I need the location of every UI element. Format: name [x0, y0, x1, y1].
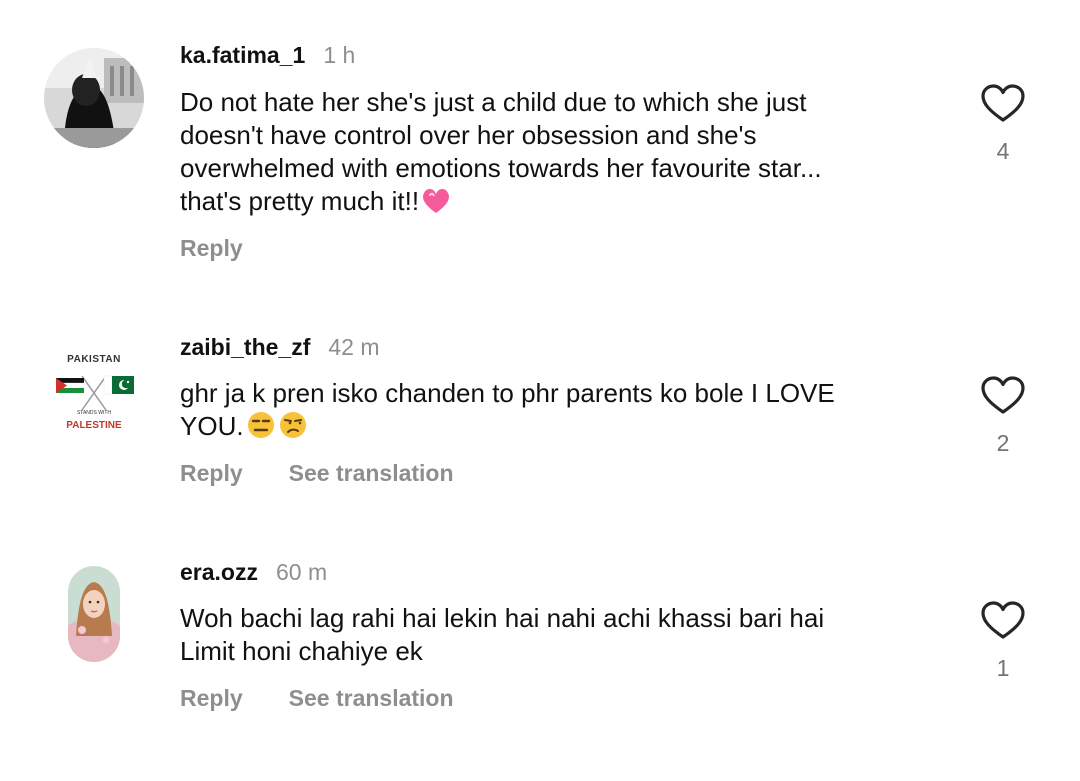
username[interactable]: ka.fatima_1 — [180, 42, 305, 69]
like-area: 2 — [976, 376, 1030, 457]
timestamp: 1 h — [323, 42, 356, 68]
like-area: 4 — [976, 84, 1030, 165]
username[interactable]: zaibi_the_zf — [180, 334, 310, 361]
avatar-label-bottom: PALESTINE — [66, 420, 122, 431]
like-count: 2 — [996, 430, 1010, 456]
comment-text-container: Do not hate her she's just a child due t… — [180, 86, 880, 223]
like-count: 4 — [996, 138, 1010, 164]
see-translation-button[interactable]: See translation — [289, 685, 454, 712]
like-count: 1 — [996, 655, 1010, 681]
see-translation-button[interactable]: See translation — [289, 460, 454, 487]
avatar[interactable] — [44, 48, 144, 148]
flags-logo-icon — [55, 375, 134, 411]
heart-icon[interactable] — [980, 84, 1026, 124]
avatar[interactable]: PAKISTAN STANDS WITH PALESTINE — [44, 348, 144, 448]
timestamp: 42 m — [328, 334, 380, 360]
heart-icon[interactable] — [980, 601, 1026, 641]
unamused-face-emoji-icon — [278, 410, 308, 448]
avatar-photo — [68, 566, 120, 662]
comment-text: Do not hate her she's just a child due t… — [180, 87, 822, 216]
avatar-label-mid: STANDS WITH — [76, 410, 112, 416]
comments-list: ka.fatima_1 1 h Do not hate her she's ju… — [0, 0, 1080, 781]
username[interactable]: era.ozz — [180, 559, 258, 586]
like-area: 1 — [976, 601, 1030, 682]
heart-icon[interactable] — [980, 376, 1026, 416]
reply-button[interactable]: Reply — [180, 460, 243, 487]
expressionless-face-emoji-icon — [246, 410, 276, 448]
reply-button[interactable]: Reply — [180, 235, 243, 262]
avatar[interactable] — [68, 566, 120, 662]
avatar-photo — [44, 48, 144, 148]
comment-text-container: ghr ja k pren isko chanden to phr parent… — [180, 377, 880, 448]
beating-heart-emoji-icon — [421, 187, 451, 223]
reply-button[interactable]: Reply — [180, 685, 243, 712]
timestamp: 60 m — [275, 559, 328, 585]
comment-text: Woh bachi lag rahi hai lekin hai nahi ac… — [180, 603, 825, 666]
